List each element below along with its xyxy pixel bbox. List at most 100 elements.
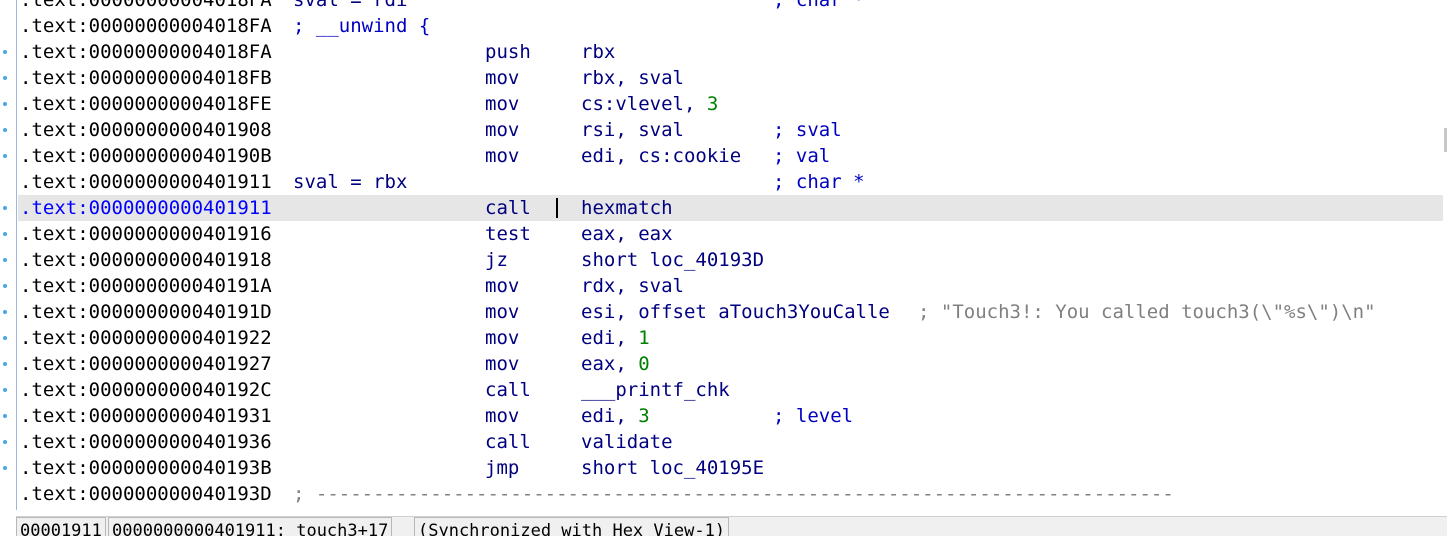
operand-text[interactable]: short loc_40195E — [581, 457, 764, 479]
breakpoint-dot-icon[interactable] — [3, 154, 7, 158]
breakpoint-dot-icon[interactable] — [3, 232, 7, 236]
breakpoint-dot-icon[interactable] — [3, 336, 7, 340]
row-address[interactable]: .text:000000000040193B — [20, 455, 272, 481]
row-mnemonic[interactable]: mov — [485, 351, 519, 377]
breakpoint-dot-icon[interactable] — [3, 414, 7, 418]
operand-text[interactable]: edi, — [581, 327, 638, 349]
listing-row[interactable]: .text:0000000000401918 jz short loc_40193D — [18, 247, 1443, 273]
listing-row[interactable]: .text:000000000040192C call ___printf_chk — [18, 377, 1443, 403]
row-mnemonic[interactable]: call — [485, 377, 531, 403]
breakpoint-dot-icon[interactable] — [3, 258, 7, 262]
row-address[interactable]: .text:000000000040190B — [20, 143, 272, 169]
row-address[interactable]: .text:0000000000401922 — [20, 325, 272, 351]
row-address[interactable]: .text:0000000000401911 — [20, 169, 272, 195]
operand-text[interactable]: hexmatch — [581, 197, 673, 219]
operand-text[interactable]: rdx, sval — [581, 275, 684, 297]
operand-text[interactable]: rsi, sval — [581, 119, 684, 141]
operand-text[interactable]: edi, cs:cookie — [581, 145, 741, 167]
row-mnemonic[interactable]: mov — [485, 273, 519, 299]
breakpoint-dot-icon[interactable] — [3, 50, 7, 54]
listing-row[interactable]: .text:000000000040191D mov esi, offset aTo… — [18, 299, 1443, 325]
row-mnemonic[interactable]: mov — [485, 299, 519, 325]
row-operands[interactable]: cs:vlevel, 3 — [581, 91, 718, 117]
row-address[interactable]: .text:000000000040191A — [20, 273, 272, 299]
row-mnemonic[interactable]: mov — [485, 143, 519, 169]
row-address[interactable]: .text:00000000004018FA — [20, 39, 272, 65]
listing-row[interactable]: .text:0000000000401931 mov edi, 3 ; level — [18, 403, 1443, 429]
row-operands[interactable]: rbx, sval — [581, 65, 684, 91]
row-operands[interactable]: rdx, sval — [581, 273, 684, 299]
listing-row[interactable]: .text:00000000004018FE mov cs:vlevel, 3 — [18, 91, 1443, 117]
row-operands[interactable]: short loc_40195E — [581, 455, 764, 481]
row-address[interactable]: .text:0000000000401936 — [20, 429, 272, 455]
breakpoint-dot-icon[interactable] — [3, 128, 7, 132]
row-mnemonic[interactable]: jz — [485, 247, 508, 273]
operand-text[interactable]: validate — [581, 431, 673, 453]
row-operands[interactable]: edi, 1 — [581, 325, 650, 351]
listing-row[interactable]: .text:0000000000401922 mov edi, 1 — [18, 325, 1443, 351]
row-address[interactable]: .text:0000000000401927 — [20, 351, 272, 377]
row-mnemonic[interactable]: jmp — [485, 455, 519, 481]
row-address[interactable]: .text:0000000000401911 — [20, 195, 272, 221]
row-address[interactable]: .text:000000000040191D — [20, 299, 272, 325]
row-address[interactable]: .text:0000000000401908 — [20, 117, 272, 143]
operand-text[interactable]: rbx, sval — [581, 67, 684, 89]
breakpoint-dot-icon[interactable] — [3, 362, 7, 366]
operand-text[interactable]: edi, — [581, 405, 638, 427]
listing-row[interactable]: .text:00000000004018FB mov rbx, sval — [18, 65, 1443, 91]
listing-row[interactable]: .text:000000000040193D ; ----------------… — [18, 481, 1443, 507]
listing-row[interactable]: .text:000000000040191A mov rdx, sval — [18, 273, 1443, 299]
breakpoint-dot-icon[interactable] — [3, 284, 7, 288]
row-address[interactable]: .text:000000000040193D — [20, 481, 272, 507]
breakpoint-dot-icon[interactable] — [3, 310, 7, 314]
listing-row[interactable]: .text:00000000004018FA push rbx — [18, 39, 1443, 65]
row-operands[interactable]: short loc_40193D — [581, 247, 764, 273]
breakpoint-dot-icon[interactable] — [3, 76, 7, 80]
operand-text[interactable]: ___printf_chk — [581, 379, 730, 401]
operand-text[interactable]: rbx — [581, 41, 615, 63]
row-address[interactable]: .text:0000000000401916 — [20, 221, 272, 247]
operand-text[interactable]: short loc_40193D — [581, 249, 764, 271]
listing-row[interactable]: .text:0000000000401911 call hexmatch — [18, 195, 1443, 221]
row-address[interactable]: .text:00000000004018FE — [20, 91, 272, 117]
row-mnemonic[interactable]: mov — [485, 403, 519, 429]
row-mnemonic[interactable]: call — [485, 429, 531, 455]
listing-row[interactable]: .text:0000000000401916 test eax, eax — [18, 221, 1443, 247]
row-operands[interactable]: rsi, sval — [581, 117, 684, 143]
row-operands[interactable]: eax, 0 — [581, 351, 650, 377]
row-address[interactable]: .text:000000000040192C — [20, 377, 272, 403]
listing-row[interactable]: .text:0000000000401927 mov eax, 0 — [18, 351, 1443, 377]
row-operands[interactable]: rbx — [581, 39, 615, 65]
row-mnemonic[interactable]: push — [485, 39, 531, 65]
row-operands[interactable]: ___printf_chk — [581, 377, 730, 403]
listing-row[interactable]: .text:00000000004018FA sval = rdi ; char * — [18, 0, 1443, 13]
row-address[interactable]: .text:0000000000401918 — [20, 247, 272, 273]
vertical-scrollbar[interactable] — [1443, 0, 1447, 510]
disassembly-listing[interactable]: .text:00000000004018FA sval = rdi ; char *… — [18, 0, 1443, 507]
row-address[interactable]: .text:00000000004018FA — [20, 0, 272, 13]
row-operands[interactable]: validate — [581, 429, 673, 455]
row-address[interactable]: .text:00000000004018FA — [20, 13, 272, 39]
breakpoint-gutter[interactable] — [0, 0, 17, 510]
listing-row[interactable]: .text:00000000004018FA ; __unwind { — [18, 13, 1443, 39]
operand-text[interactable]: eax, eax — [581, 223, 673, 245]
breakpoint-dot-icon[interactable] — [3, 206, 7, 210]
row-mnemonic[interactable]: mov — [485, 65, 519, 91]
row-mnemonic[interactable]: call — [485, 195, 531, 221]
breakpoint-dot-icon[interactable] — [3, 466, 7, 470]
row-operands[interactable]: edi, 3 — [581, 403, 650, 429]
listing-row[interactable]: .text:0000000000401936 call validate — [18, 429, 1443, 455]
listing-row[interactable]: .text:000000000040193B jmp short loc_40195… — [18, 455, 1443, 481]
row-operands[interactable]: hexmatch — [581, 195, 673, 221]
row-operands[interactable]: esi, offset aTouch3YouCalle — [581, 299, 890, 325]
operand-text[interactable]: eax, — [581, 353, 638, 375]
row-address[interactable]: .text:00000000004018FB — [20, 65, 272, 91]
breakpoint-dot-icon[interactable] — [3, 388, 7, 392]
breakpoint-dot-icon[interactable] — [3, 102, 7, 106]
breakpoint-dot-icon[interactable] — [3, 440, 7, 444]
row-mnemonic[interactable]: mov — [485, 325, 519, 351]
listing-row[interactable]: .text:0000000000401911 sval = rbx ; char * — [18, 169, 1443, 195]
row-operands[interactable]: eax, eax — [581, 221, 673, 247]
row-mnemonic[interactable]: mov — [485, 91, 519, 117]
row-address[interactable]: .text:0000000000401931 — [20, 403, 272, 429]
